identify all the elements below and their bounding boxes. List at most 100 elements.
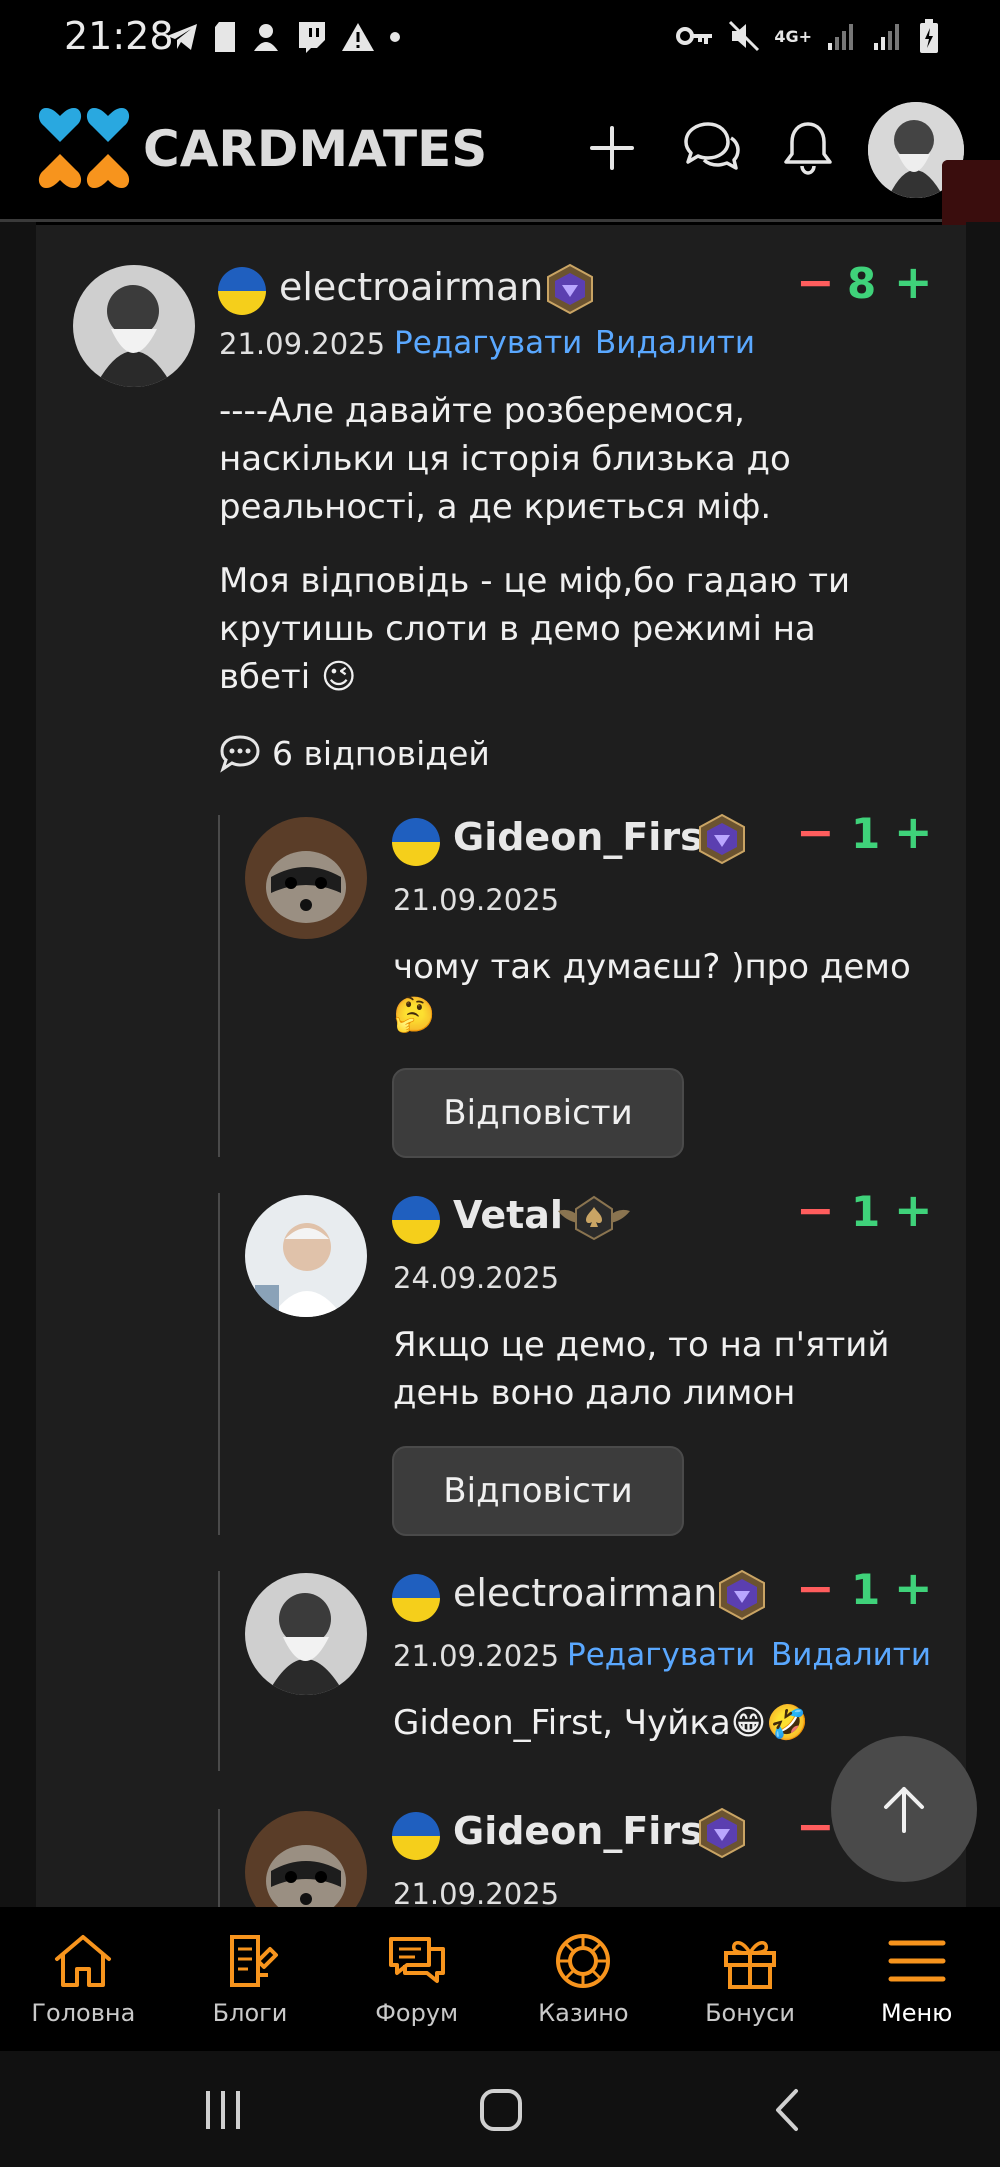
cardmates-logo[interactable] bbox=[36, 100, 132, 196]
nav-home-label: Головна bbox=[31, 1999, 136, 2027]
nav-menu[interactable]: Меню bbox=[833, 1907, 1000, 2051]
scroll-to-top-button[interactable] bbox=[831, 1736, 977, 1882]
status-notification-icons bbox=[165, 20, 401, 54]
nav-blogs[interactable]: Блоги bbox=[167, 1907, 334, 2051]
right-rail bbox=[966, 222, 1000, 1907]
warning-icon bbox=[342, 23, 374, 51]
delete-link[interactable]: Видалити bbox=[771, 1637, 931, 1673]
upvote-button[interactable]: + bbox=[894, 805, 933, 859]
comment-avatar[interactable] bbox=[73, 265, 195, 387]
reply-avatar[interactable] bbox=[245, 817, 367, 939]
mute-icon bbox=[729, 20, 760, 52]
menu-icon bbox=[888, 1940, 946, 1982]
edit-link[interactable]: Редагувати bbox=[567, 1637, 755, 1673]
reply-username[interactable]: Gideon_First bbox=[453, 815, 721, 859]
reply-date: 21.09.2025 bbox=[393, 1639, 560, 1673]
notification-bell-icon[interactable] bbox=[776, 116, 840, 180]
downvote-button[interactable]: − bbox=[796, 1799, 835, 1853]
thread-line bbox=[218, 1193, 220, 1535]
reply-text: чому так думаєш? )про демо 🤔 bbox=[393, 947, 911, 1035]
status-system-icons: 4G+ bbox=[676, 18, 940, 54]
comment-text-1: ----Але давайте розберемося, наскільки ц… bbox=[219, 391, 791, 527]
nav-bonuses[interactable]: Бонуси bbox=[667, 1907, 834, 2051]
recent-apps-icon[interactable] bbox=[200, 2087, 246, 2133]
downvote-button[interactable]: − bbox=[796, 255, 835, 309]
network-type: 4G+ bbox=[774, 26, 812, 46]
downvote-button[interactable]: − bbox=[796, 805, 835, 859]
reply-text: Gideon_First, Чуйка😁🤣 bbox=[393, 1703, 809, 1743]
reply-date: 21.09.2025 bbox=[393, 1877, 560, 1907]
comment-date: 21.09.2025 bbox=[219, 327, 386, 361]
signal-icon bbox=[828, 24, 853, 50]
downvote-button[interactable]: − bbox=[796, 1183, 835, 1237]
vote-count: 1 bbox=[851, 1187, 881, 1236]
twitch-icon bbox=[299, 22, 325, 53]
reply-date: 21.09.2025 bbox=[393, 883, 560, 917]
reply-avatar[interactable] bbox=[245, 1195, 367, 1317]
edit-link[interactable]: Редагувати bbox=[394, 325, 582, 361]
nav-home[interactable]: Головна bbox=[0, 1907, 167, 2051]
upvote-button[interactable]: + bbox=[894, 1183, 933, 1237]
comment-bubble-icon bbox=[220, 735, 260, 773]
thread-line bbox=[218, 815, 220, 1157]
system-navigation-bar bbox=[0, 2051, 1000, 2167]
app-header: CARDMATES bbox=[0, 76, 1000, 222]
vote-count: 1 bbox=[851, 1565, 881, 1614]
vote-count: 8 bbox=[847, 259, 877, 308]
back-icon[interactable] bbox=[766, 2087, 812, 2133]
key-icon bbox=[676, 27, 713, 45]
sd-card-icon bbox=[215, 22, 235, 52]
downvote-button[interactable]: − bbox=[796, 1561, 835, 1615]
thread-line bbox=[218, 1571, 220, 1771]
status-bar: 21:28 4G+ bbox=[0, 0, 1000, 76]
nav-forum[interactable]: Форум bbox=[333, 1907, 500, 2051]
nav-menu-label: Меню bbox=[881, 1999, 953, 2027]
upvote-button[interactable]: + bbox=[894, 1561, 933, 1615]
nav-casino-label: Казино bbox=[538, 1999, 629, 2027]
reply-date: 24.09.2025 bbox=[393, 1261, 560, 1295]
nav-forum-label: Форум bbox=[375, 1999, 459, 2027]
forum-icon bbox=[388, 1937, 445, 1983]
upvote-button[interactable]: + bbox=[894, 255, 933, 309]
comments-section: electroairman − 8 + 21.09.2025 Редагуват… bbox=[36, 225, 966, 1907]
reply-avatar[interactable] bbox=[245, 1811, 367, 1907]
ukraine-flag-icon bbox=[392, 1574, 440, 1622]
brand-name[interactable]: CARDMATES bbox=[143, 120, 487, 178]
reply-button[interactable]: Відповісти bbox=[392, 1446, 684, 1536]
rank-badge-icon bbox=[699, 813, 745, 865]
replies-toggle[interactable]: 6 відповідей bbox=[218, 733, 490, 773]
reply-username[interactable]: Gideon_First bbox=[453, 1809, 721, 1853]
reply-button[interactable]: Відповісти bbox=[392, 1068, 684, 1158]
comment: electroairman − 8 + 21.09.2025 Редагуват… bbox=[36, 225, 966, 773]
nav-blogs-label: Блоги bbox=[212, 1999, 288, 2027]
ukraine-flag-icon bbox=[392, 1812, 440, 1860]
bottom-navigation: Головна Блоги Форум Казино Бонуси Меню bbox=[0, 1907, 1000, 2051]
home-icon bbox=[55, 1935, 112, 1987]
telegram-icon bbox=[167, 24, 197, 50]
home-button-icon[interactable] bbox=[478, 2087, 524, 2133]
delete-link[interactable]: Видалити bbox=[595, 325, 755, 361]
ukraine-flag-icon bbox=[392, 818, 440, 866]
rank-badge-icon bbox=[719, 1569, 765, 1621]
arrow-up-icon bbox=[884, 1787, 924, 1833]
comment-username[interactable]: electroairman bbox=[279, 265, 543, 309]
dot-icon bbox=[390, 32, 400, 42]
nav-bonuses-label: Бонуси bbox=[705, 1999, 795, 2027]
comment-text-2: Моя відповідь - це міф,бо гадаю ти крути… bbox=[219, 561, 851, 697]
app-icon bbox=[254, 24, 278, 51]
reply-username[interactable]: electroairman bbox=[453, 1571, 717, 1615]
rank-badge-icon bbox=[699, 1807, 745, 1859]
reply-username[interactable]: Vetal bbox=[453, 1193, 563, 1237]
battery-icon bbox=[920, 19, 938, 53]
rank-badge-icon bbox=[547, 263, 593, 315]
rank-badge-icon bbox=[558, 1195, 630, 1241]
blog-icon bbox=[230, 1935, 278, 1987]
add-icon[interactable] bbox=[580, 116, 644, 180]
reply-avatar[interactable] bbox=[245, 1573, 367, 1695]
ukraine-flag-icon bbox=[392, 1196, 440, 1244]
chat-icon[interactable] bbox=[678, 116, 742, 180]
nav-casino[interactable]: Казино bbox=[500, 1907, 667, 2051]
reply-text: Якщо це демо, то на п'ятий день воно дал… bbox=[393, 1325, 890, 1413]
replies-count: 6 відповідей bbox=[272, 733, 490, 773]
thread-line bbox=[218, 1809, 220, 1907]
